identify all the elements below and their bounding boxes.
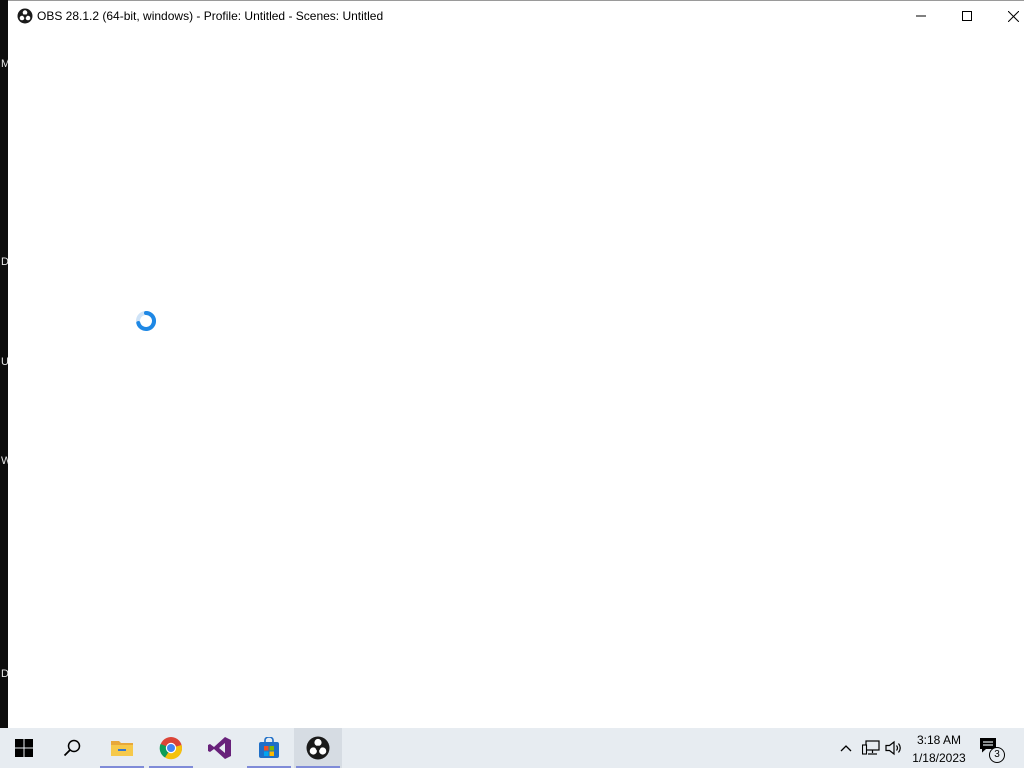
search-button[interactable] xyxy=(48,728,96,768)
window-title: OBS 28.1.2 (64-bit, windows) - Profile: … xyxy=(37,9,384,23)
notification-count-badge: 3 xyxy=(989,747,1005,763)
chevron-up-icon xyxy=(840,745,852,752)
clock-button[interactable]: 3:18 AM 1/18/2023 xyxy=(904,731,974,767)
speaker-icon xyxy=(885,740,901,756)
chrome-icon xyxy=(159,737,183,760)
start-button[interactable] xyxy=(0,728,48,768)
visual-studio-icon xyxy=(208,737,231,759)
volume-tray-button[interactable] xyxy=(884,738,904,758)
windows-logo-icon xyxy=(15,739,33,757)
network-icon xyxy=(862,740,880,755)
show-hidden-icons-button[interactable] xyxy=(838,738,854,758)
clock-date: 1/18/2023 xyxy=(912,751,966,765)
obs-main-window: OBS 28.1.2 (64-bit, windows) - Profile: … xyxy=(8,0,1024,728)
folder-icon xyxy=(111,741,133,756)
taskbar: 3:18 AM 1/18/2023 3 xyxy=(0,728,1024,768)
minimize-icon xyxy=(916,15,926,17)
clock-time: 3:18 AM xyxy=(916,733,962,747)
taskbar-obs[interactable] xyxy=(294,728,342,768)
search-icon xyxy=(63,739,81,757)
minimize-button[interactable] xyxy=(898,1,944,31)
store-icon xyxy=(259,737,279,758)
taskbar-visual-studio[interactable] xyxy=(196,728,244,768)
network-tray-button[interactable] xyxy=(861,738,881,758)
maximize-button[interactable] xyxy=(944,1,990,31)
title-bar[interactable]: OBS 28.1.2 (64-bit, windows) - Profile: … xyxy=(8,1,1024,31)
loading-spinner-icon xyxy=(136,310,157,331)
close-icon xyxy=(1007,10,1019,22)
close-button[interactable] xyxy=(990,1,1024,31)
obs-icon xyxy=(17,8,33,24)
taskbar-file-explorer[interactable] xyxy=(98,728,146,768)
taskbar-store[interactable] xyxy=(245,728,293,768)
obs-icon xyxy=(306,736,330,760)
maximize-icon xyxy=(962,11,972,21)
taskbar-chrome[interactable] xyxy=(147,728,195,768)
